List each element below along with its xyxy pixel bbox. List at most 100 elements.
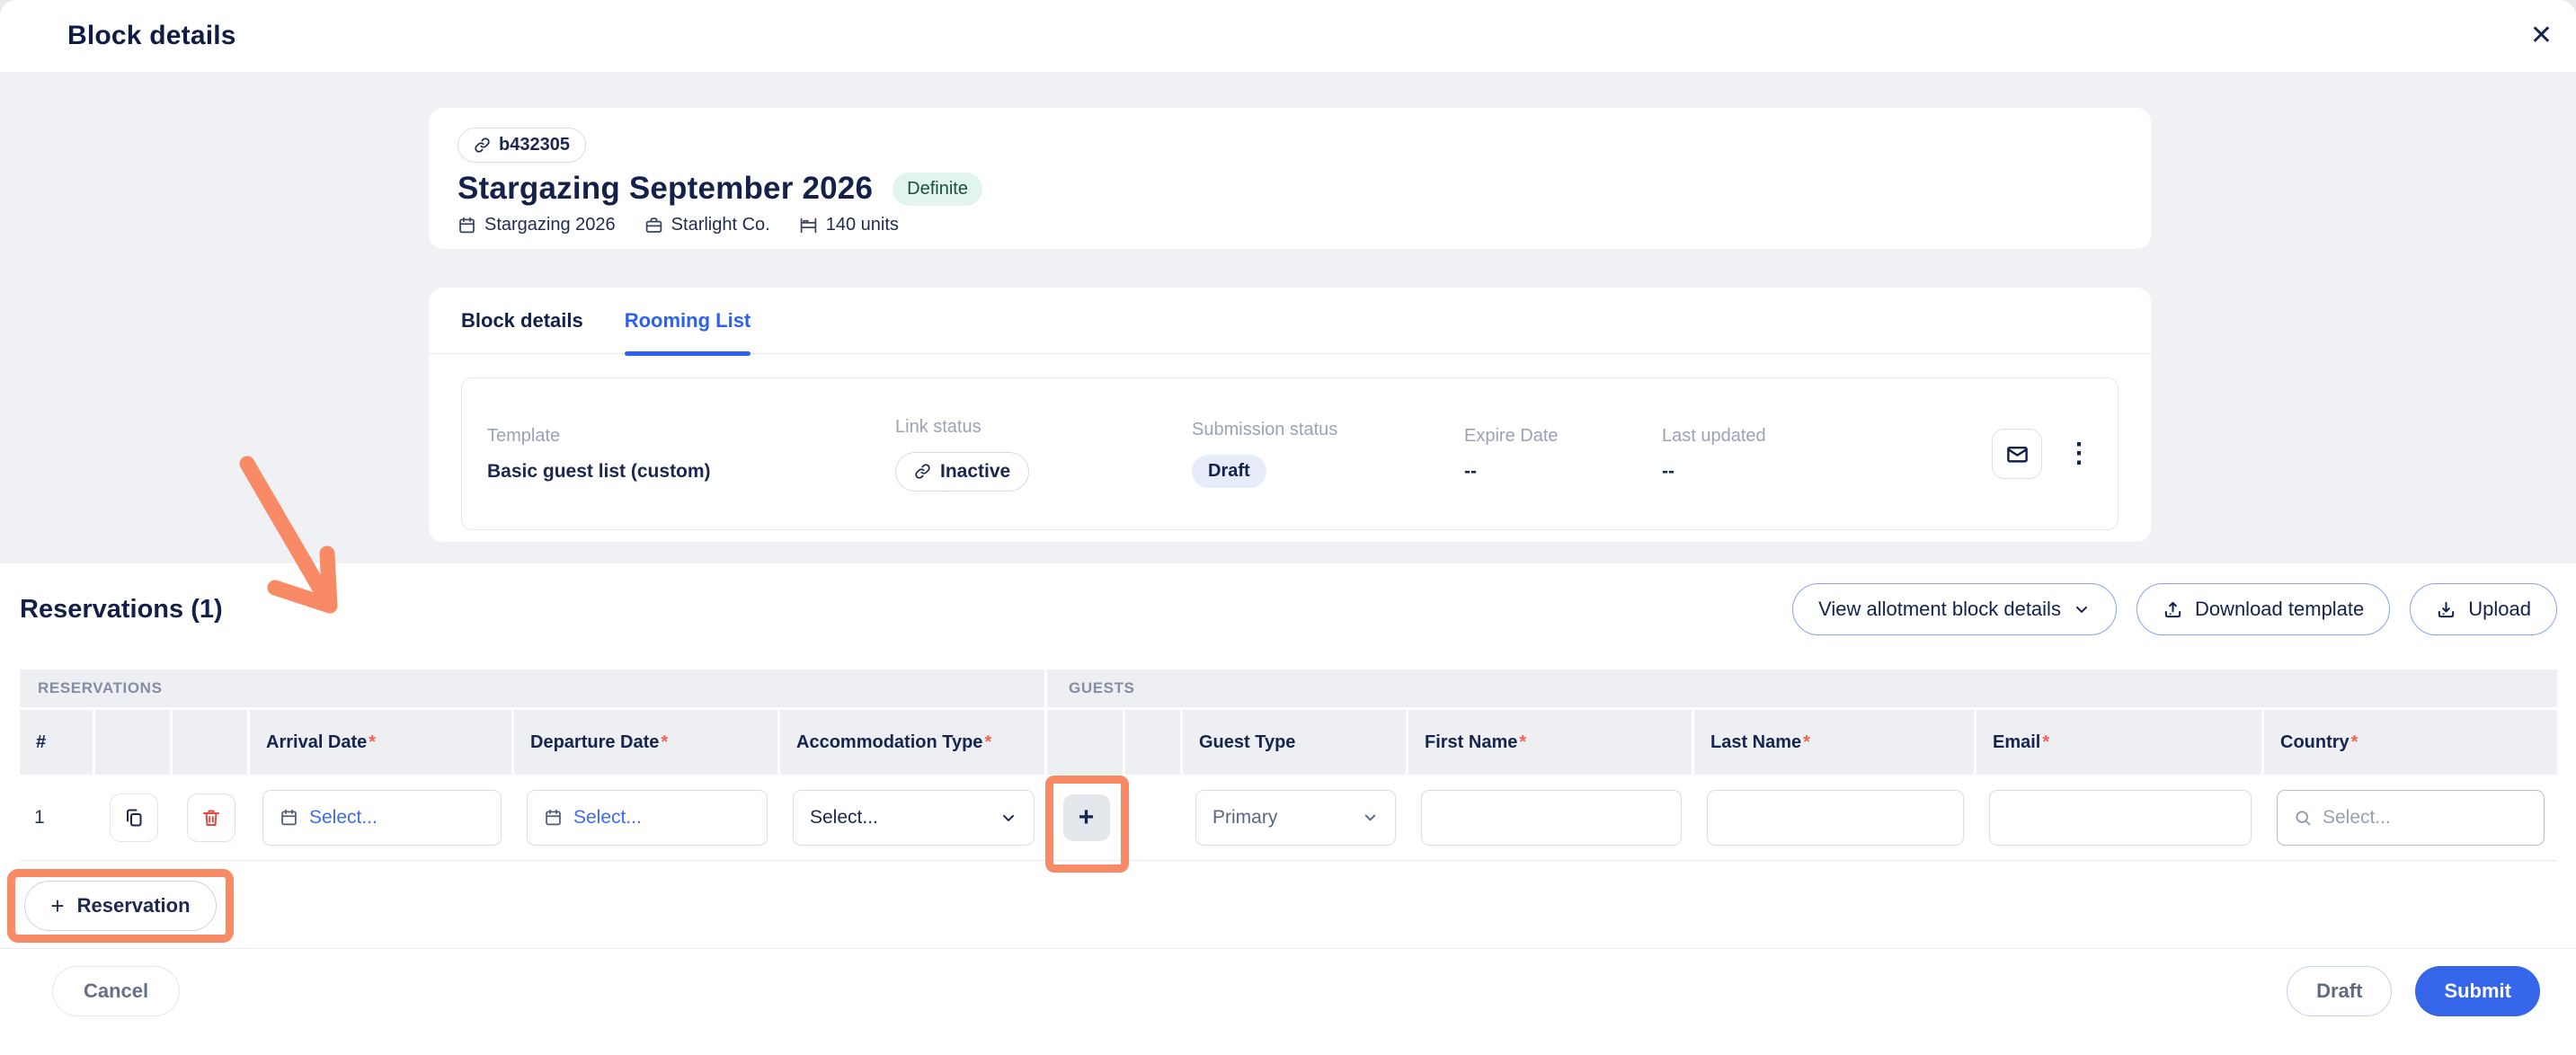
- col-header-delete: [173, 710, 250, 775]
- first-name-input[interactable]: [1421, 790, 1682, 846]
- email-button[interactable]: [1992, 429, 2042, 479]
- chevron-down-icon: [999, 809, 1017, 827]
- departure-date-placeholder: Select...: [573, 807, 642, 829]
- meta-units: 140 units: [799, 215, 899, 235]
- reservations-heading: Reservations (1): [20, 595, 223, 625]
- view-allotment-details-label: View allotment block details: [1818, 598, 2061, 621]
- col-header-country: Country*: [2264, 710, 2557, 775]
- group-header-reservations: RESERVATIONS: [20, 669, 1044, 707]
- row-index: 1: [20, 775, 95, 860]
- kebab-menu-icon[interactable]: ⋮: [2065, 440, 2092, 467]
- arrival-date-field[interactable]: Select...: [262, 790, 502, 846]
- meta-units-label: 140 units: [826, 215, 899, 235]
- template-name: Basic guest list (custom): [487, 461, 895, 483]
- table-row: 1: [20, 775, 2557, 861]
- footer-divider: [0, 948, 2576, 949]
- accommodation-type-placeholder: Select...: [810, 807, 878, 829]
- departure-date-field[interactable]: Select...: [527, 790, 768, 846]
- guest-type-select[interactable]: Primary: [1195, 790, 1396, 846]
- draft-button[interactable]: Draft: [2287, 966, 2392, 1016]
- chevron-down-icon: [2073, 600, 2091, 618]
- duplicate-row-button[interactable]: [110, 793, 158, 842]
- submission-status-cell: Submission status Draft: [1192, 420, 1464, 488]
- col-header-first-name: First Name*: [1408, 710, 1694, 775]
- last-updated-cell: Last updated --: [1662, 426, 1878, 483]
- add-guest-button[interactable]: +: [1063, 794, 1110, 841]
- add-reservation-label: Reservation: [77, 894, 191, 918]
- link-icon: [914, 463, 931, 480]
- col-header-accommodation-type: Accommodation Type*: [780, 710, 1047, 775]
- meta-company-label: Starlight Co.: [671, 215, 770, 235]
- email-input[interactable]: [1989, 790, 2252, 846]
- tabs-card: Block details Rooming List Template Basi…: [429, 288, 2151, 542]
- link-status-cell: Link status Inactive: [895, 417, 1192, 492]
- block-title: Stargazing September 2026: [457, 171, 873, 207]
- reservations-table: RESERVATIONS GUESTS # Arrival Date* Depa…: [20, 669, 2557, 861]
- col-header-email: Email*: [1976, 710, 2264, 775]
- col-header-departure-date: Departure Date*: [514, 710, 780, 775]
- country-placeholder: Select...: [2323, 807, 2391, 829]
- block-summary-card: b432305 Stargazing September 2026 Defini…: [429, 108, 2151, 249]
- accommodation-type-select[interactable]: Select...: [793, 790, 1035, 846]
- link-status-value: Inactive: [940, 461, 1010, 483]
- calendar-icon: [544, 808, 563, 827]
- download-template-button[interactable]: Download template: [2136, 583, 2390, 635]
- status-badge: Definite: [893, 173, 982, 206]
- meta-company: Starlight Co.: [644, 215, 770, 235]
- search-icon: [2294, 809, 2312, 827]
- copy-icon: [123, 807, 145, 829]
- footer: Cancel Draft Submit: [52, 966, 2540, 1016]
- template-header: Template: [487, 426, 895, 447]
- modal-body: b432305 Stargazing September 2026 Defini…: [0, 72, 2576, 563]
- meta-event: Stargazing 2026: [457, 215, 616, 235]
- plus-icon: +: [50, 892, 64, 920]
- block-meta: Stargazing 2026 Starlight Co. 140 units: [457, 215, 2122, 235]
- add-reservation-highlight: + Reservation: [7, 869, 234, 943]
- block-details-modal: Block details ✕ b432305 Stargazing Septe…: [0, 0, 2576, 1055]
- block-code: b432305: [499, 135, 570, 155]
- submission-status-header: Submission status: [1192, 420, 1464, 440]
- close-icon[interactable]: ✕: [2530, 22, 2553, 49]
- link-status-header: Link status: [895, 417, 1192, 438]
- calendar-icon: [280, 808, 298, 827]
- trash-icon: [200, 807, 222, 829]
- col-header-arrival-date: Arrival Date*: [250, 710, 514, 775]
- view-allotment-details-button[interactable]: View allotment block details: [1792, 583, 2117, 635]
- country-select[interactable]: Select...: [2277, 790, 2545, 846]
- tab-bar: Block details Rooming List: [429, 288, 2151, 354]
- chevron-down-icon: [1362, 809, 1379, 826]
- meta-event-label: Stargazing 2026: [484, 215, 616, 235]
- link-status-pill[interactable]: Inactive: [895, 452, 1029, 492]
- spacer-cell: [1125, 775, 1183, 860]
- col-header-add-guest: [1047, 710, 1125, 775]
- last-name-input[interactable]: [1707, 790, 1964, 846]
- add-reservation-button[interactable]: + Reservation: [24, 881, 216, 931]
- units-icon: [799, 216, 818, 235]
- last-updated-header: Last updated: [1662, 426, 1878, 447]
- page-title: Block details: [67, 21, 236, 51]
- arrival-date-placeholder: Select...: [309, 807, 378, 829]
- upload-button[interactable]: Upload: [2410, 583, 2557, 635]
- delete-row-button[interactable]: [187, 793, 235, 842]
- col-header-copy: [95, 710, 173, 775]
- col-header-spacer: [1125, 710, 1183, 775]
- envelope-icon: [2005, 442, 2030, 466]
- col-header-guest-type: Guest Type: [1183, 710, 1408, 775]
- link-icon: [474, 137, 491, 154]
- table-header-row: # Arrival Date* Departure Date* Accommod…: [20, 710, 2557, 775]
- col-header-last-name: Last Name*: [1694, 710, 1976, 775]
- block-code-badge[interactable]: b432305: [457, 128, 586, 163]
- expire-date-header: Expire Date: [1464, 426, 1662, 447]
- guest-type-value: Primary: [1212, 807, 1277, 829]
- briefcase-icon: [644, 216, 663, 235]
- submission-status-badge: Draft: [1192, 455, 1266, 488]
- reservations-section: Reservations (1) View allotment block de…: [0, 563, 2576, 1055]
- modal-header: Block details ✕: [0, 0, 2576, 72]
- group-header-guests: GUESTS: [1047, 669, 2557, 707]
- submit-button[interactable]: Submit: [2415, 966, 2540, 1016]
- tab-rooming-list[interactable]: Rooming List: [625, 288, 751, 354]
- expire-date-value: --: [1464, 461, 1662, 483]
- download-template-icon: [2163, 599, 2183, 620]
- cancel-button[interactable]: Cancel: [52, 966, 180, 1016]
- tab-block-details[interactable]: Block details: [461, 288, 583, 354]
